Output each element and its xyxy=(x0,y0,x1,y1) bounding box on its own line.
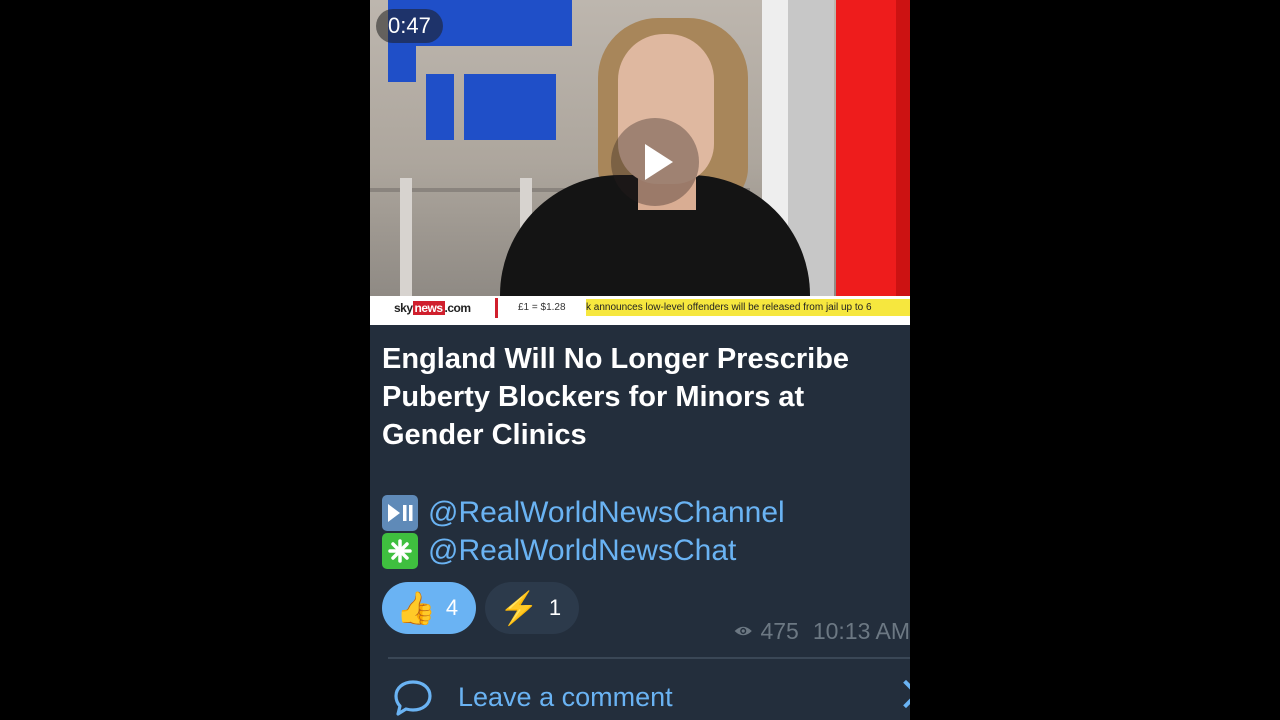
chat-link-row[interactable]: @RealWorldNewsChat xyxy=(382,532,736,570)
studio-stripe xyxy=(836,0,896,296)
play-pause-icon xyxy=(382,495,418,531)
asterisk-icon xyxy=(382,533,418,569)
reaction-count: 4 xyxy=(445,595,459,620)
eye-icon xyxy=(734,626,752,636)
ticker-divider xyxy=(495,298,498,318)
comment-icon xyxy=(394,680,432,716)
ticker-headline: k announces low-level offenders will be … xyxy=(586,299,910,316)
play-icon xyxy=(645,144,673,180)
message-time: 10:13 AM xyxy=(812,617,910,644)
leave-comment-label: Leave a comment xyxy=(458,682,673,712)
studio-post xyxy=(400,178,412,298)
sky-news-logo: sky news .com xyxy=(394,301,471,315)
message-card: sky news .com £1 = $1.28 k announces low-l… xyxy=(370,0,910,720)
chat-link[interactable]: @RealWorldNewsChat xyxy=(428,534,736,568)
news-ticker: sky news .com £1 = $1.28 k announces low-l… xyxy=(370,296,910,325)
chevron-right-icon xyxy=(891,679,910,709)
divider xyxy=(388,657,910,659)
studio-panel xyxy=(464,74,556,140)
video-player[interactable]: sky news .com £1 = $1.28 k announces low-l… xyxy=(370,0,910,325)
thumbs-up-icon: 👍 xyxy=(396,590,436,626)
studio-panel xyxy=(426,74,454,140)
view-count: 475 xyxy=(760,617,799,644)
ticker-exchange-rate: £1 = $1.28 xyxy=(518,302,566,313)
post-title: England Will No Longer Prescribe Puberty… xyxy=(382,343,850,451)
channel-link[interactable]: @RealWorldNewsChannel xyxy=(428,496,785,530)
message-meta: 475 10:13 AM xyxy=(734,616,910,646)
reaction-thumbs-up[interactable]: 👍 4 xyxy=(382,582,476,634)
channel-link-row[interactable]: @RealWorldNewsChannel xyxy=(382,494,785,532)
lightning-icon: ⚡ xyxy=(499,590,539,626)
reaction-count: 1 xyxy=(548,595,562,620)
play-button[interactable] xyxy=(611,118,699,206)
reaction-lightning[interactable]: ⚡ 1 xyxy=(485,582,579,634)
video-duration-badge: 0:47 xyxy=(376,9,443,43)
leave-comment-button[interactable]: Leave a comment xyxy=(370,670,910,720)
studio-stripe xyxy=(896,0,910,296)
